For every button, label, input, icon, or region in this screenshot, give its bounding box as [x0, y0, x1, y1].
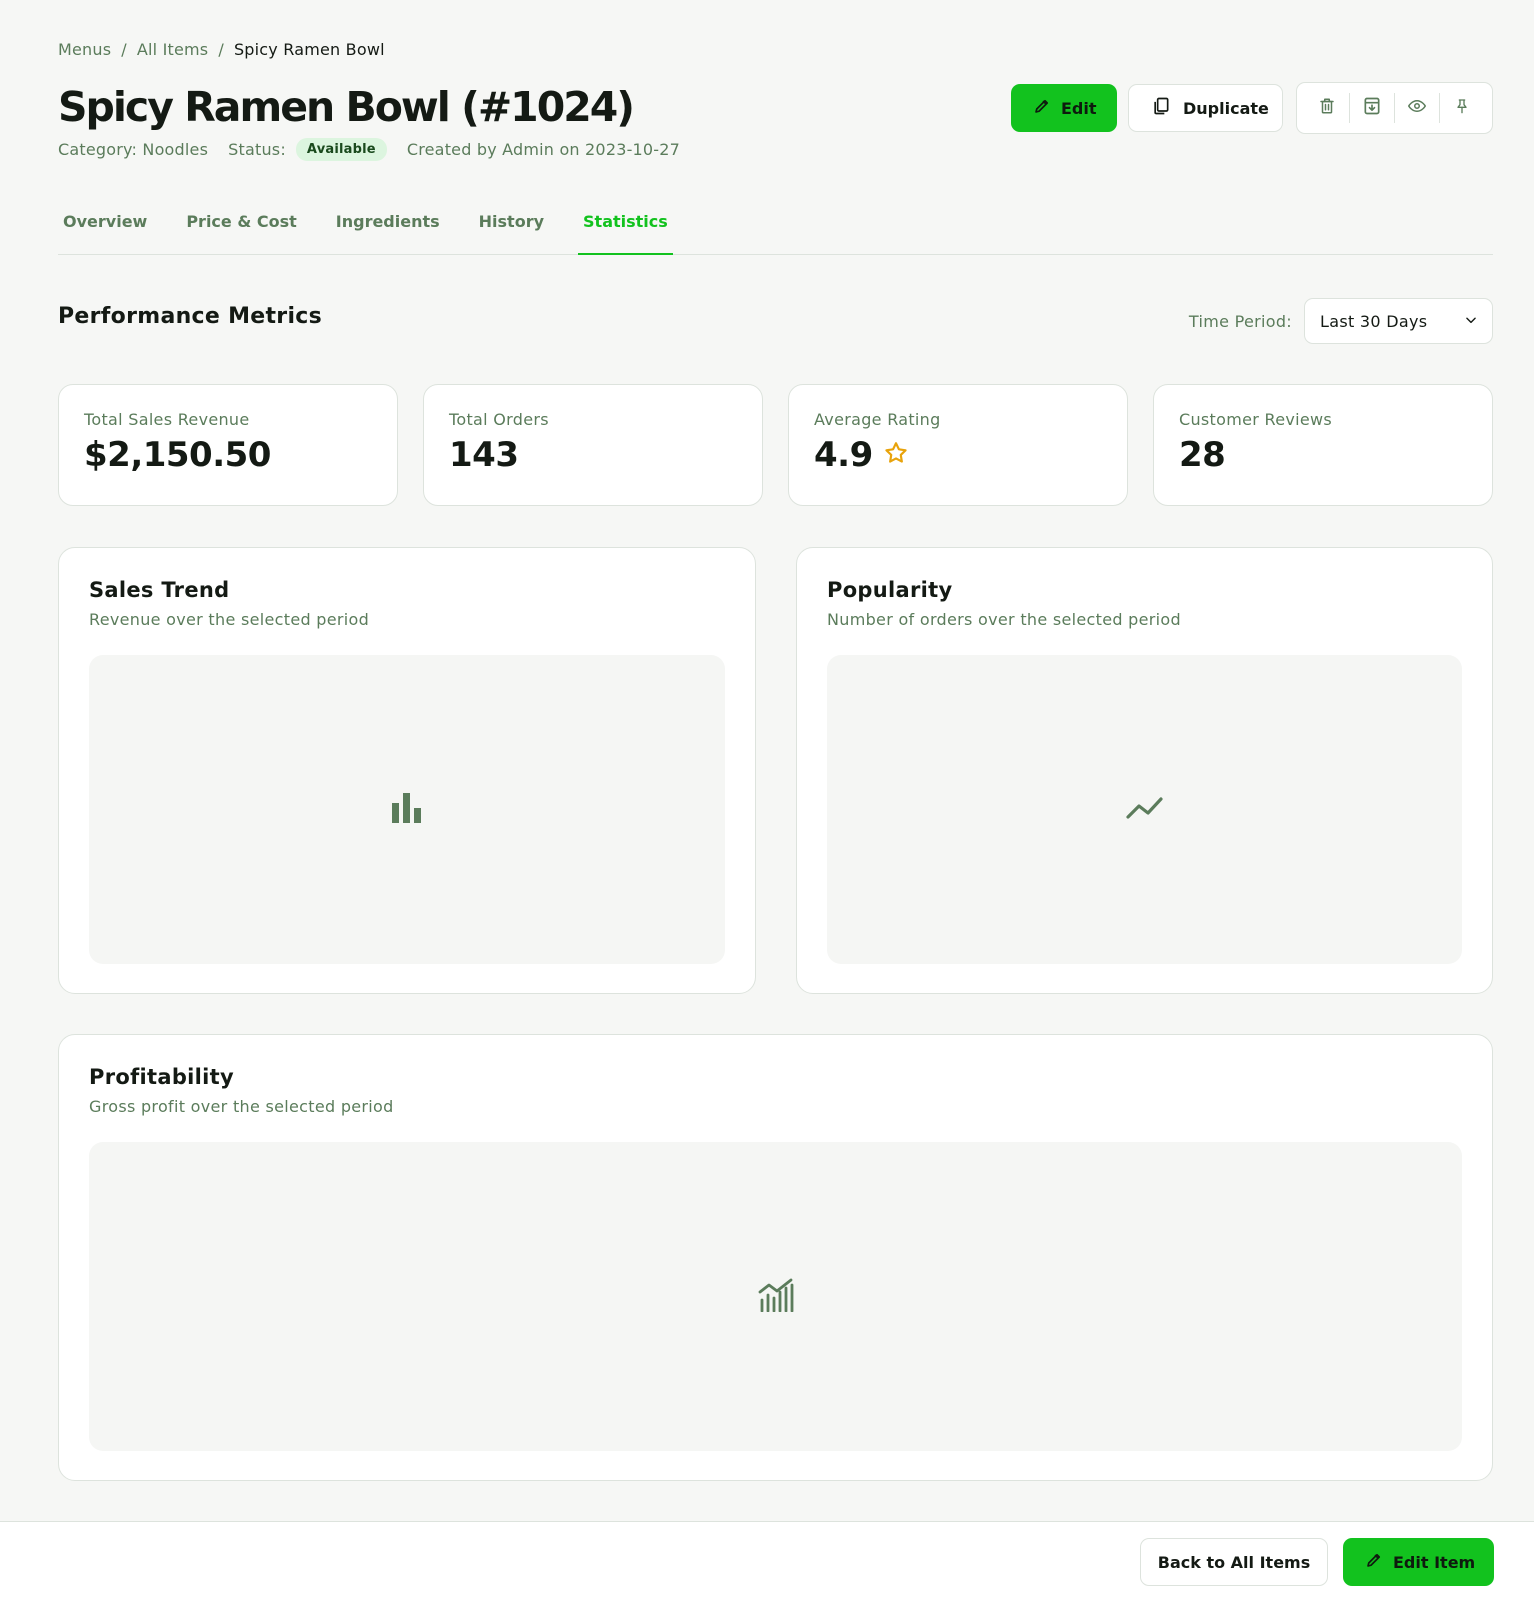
time-period-select[interactable]: Last 30 Days	[1304, 298, 1493, 344]
section-title: Performance Metrics	[58, 304, 323, 329]
archive-button[interactable]	[1350, 90, 1394, 126]
status-label: Status:	[228, 140, 286, 159]
metric-value: 4.9	[814, 435, 873, 475]
pencil-icon	[1033, 97, 1051, 119]
popularity-card: Popularity Number of orders over the sel…	[796, 547, 1493, 994]
time-period-label: Time Period:	[1188, 311, 1292, 331]
metric-value-wrap: $2,150.50	[84, 435, 372, 475]
metric-label: Average Rating	[814, 410, 941, 429]
trash-icon	[1318, 96, 1336, 120]
duplicate-button-label: Duplicate	[1183, 98, 1269, 118]
metric-value-wrap: 28	[1179, 435, 1467, 475]
metric-label: Total Sales Revenue	[84, 410, 250, 429]
header-actions: Edit Duplicate	[1011, 82, 1493, 134]
chart-subtitle: Number of orders over the selected perio…	[827, 610, 1181, 629]
edit-item-button[interactable]: Edit Item	[1343, 1538, 1494, 1586]
category-text: Category: Noodles	[58, 140, 209, 159]
metric-card-reviews: Customer Reviews 28	[1153, 384, 1493, 506]
preview-button[interactable]	[1395, 90, 1439, 126]
metric-label: Total Orders	[449, 410, 549, 429]
chart-title: Profitability	[89, 1065, 234, 1089]
profitability-card: Profitability Gross profit over the sele…	[58, 1034, 1493, 1481]
metric-value: $2,150.50	[84, 435, 271, 475]
tab-price-cost[interactable]: Price & Cost	[181, 200, 301, 255]
pin-icon	[1454, 95, 1470, 121]
breadcrumb: Menus / All Items / Spicy Ramen Bowl	[58, 40, 385, 59]
page-title: Spicy Ramen Bowl (#1024)	[58, 83, 635, 131]
metric-value-wrap: 143	[449, 435, 737, 475]
trend-line-icon	[1125, 795, 1164, 825]
chart-title: Sales Trend	[89, 578, 230, 602]
edit-button[interactable]: Edit	[1011, 84, 1117, 132]
chart-placeholder	[89, 655, 725, 964]
breadcrumb-separator: /	[121, 40, 127, 59]
time-period-value: Last 30 Days	[1320, 311, 1428, 331]
breadcrumb-all-items[interactable]: All Items	[137, 40, 208, 59]
sales-trend-card: Sales Trend Revenue over the selected pe…	[58, 547, 756, 994]
back-button-label: Back to All Items	[1157, 1552, 1311, 1572]
metric-card-revenue: Total Sales Revenue $2,150.50	[58, 384, 398, 506]
duplicate-button[interactable]: Duplicate	[1128, 84, 1283, 132]
eye-icon	[1406, 97, 1428, 119]
chart-placeholder	[827, 655, 1462, 964]
archive-icon	[1362, 96, 1382, 120]
breadcrumb-current: Spicy Ramen Bowl	[233, 40, 385, 59]
item-meta: Category: Noodles Status: Available Crea…	[58, 138, 680, 161]
icon-toolbar	[1296, 82, 1493, 134]
breadcrumb-separator: /	[218, 40, 224, 59]
tab-ingredients[interactable]: Ingredients	[331, 200, 445, 255]
bar-chart-icon	[392, 792, 422, 827]
metric-value-wrap: 4.9	[814, 435, 1102, 475]
breadcrumb-menus[interactable]: Menus	[58, 40, 111, 59]
metric-card-rating: Average Rating 4.9	[788, 384, 1128, 506]
status-badge: Available	[295, 138, 387, 161]
tab-bar: Overview Price & Cost Ingredients Histor…	[58, 200, 1493, 255]
footer-bar: Back to All Items Edit Item	[0, 1521, 1534, 1600]
created-text: Created by Admin on 2023-10-27	[406, 140, 681, 159]
chart-placeholder	[89, 1142, 1462, 1451]
copy-icon	[1151, 96, 1171, 120]
pencil-icon	[1365, 1551, 1383, 1573]
metric-value: 28	[1179, 435, 1226, 475]
metric-card-orders: Total Orders 143	[423, 384, 763, 506]
metric-cards: Total Sales Revenue $2,150.50 Total Orde…	[58, 384, 1493, 506]
chart-subtitle: Gross profit over the selected period	[89, 1097, 394, 1116]
area-chart-icon	[758, 1278, 794, 1316]
chevron-down-icon	[1464, 312, 1478, 331]
edit-item-button-label: Edit Item	[1393, 1552, 1476, 1572]
star-icon	[883, 435, 909, 475]
metric-label: Customer Reviews	[1179, 410, 1333, 429]
chart-subtitle: Revenue over the selected period	[89, 610, 370, 629]
delete-button[interactable]	[1305, 90, 1349, 126]
tab-overview[interactable]: Overview	[58, 200, 152, 255]
chart-title: Popularity	[827, 578, 953, 602]
metric-value: 143	[449, 435, 519, 475]
back-to-all-items-button[interactable]: Back to All Items	[1140, 1538, 1328, 1586]
pin-button[interactable]	[1440, 90, 1484, 126]
time-period-filter: Time Period: Last 30 Days	[1189, 298, 1493, 344]
tab-statistics[interactable]: Statistics	[578, 200, 673, 255]
edit-button-label: Edit	[1061, 98, 1097, 118]
tab-history[interactable]: History	[474, 200, 549, 255]
